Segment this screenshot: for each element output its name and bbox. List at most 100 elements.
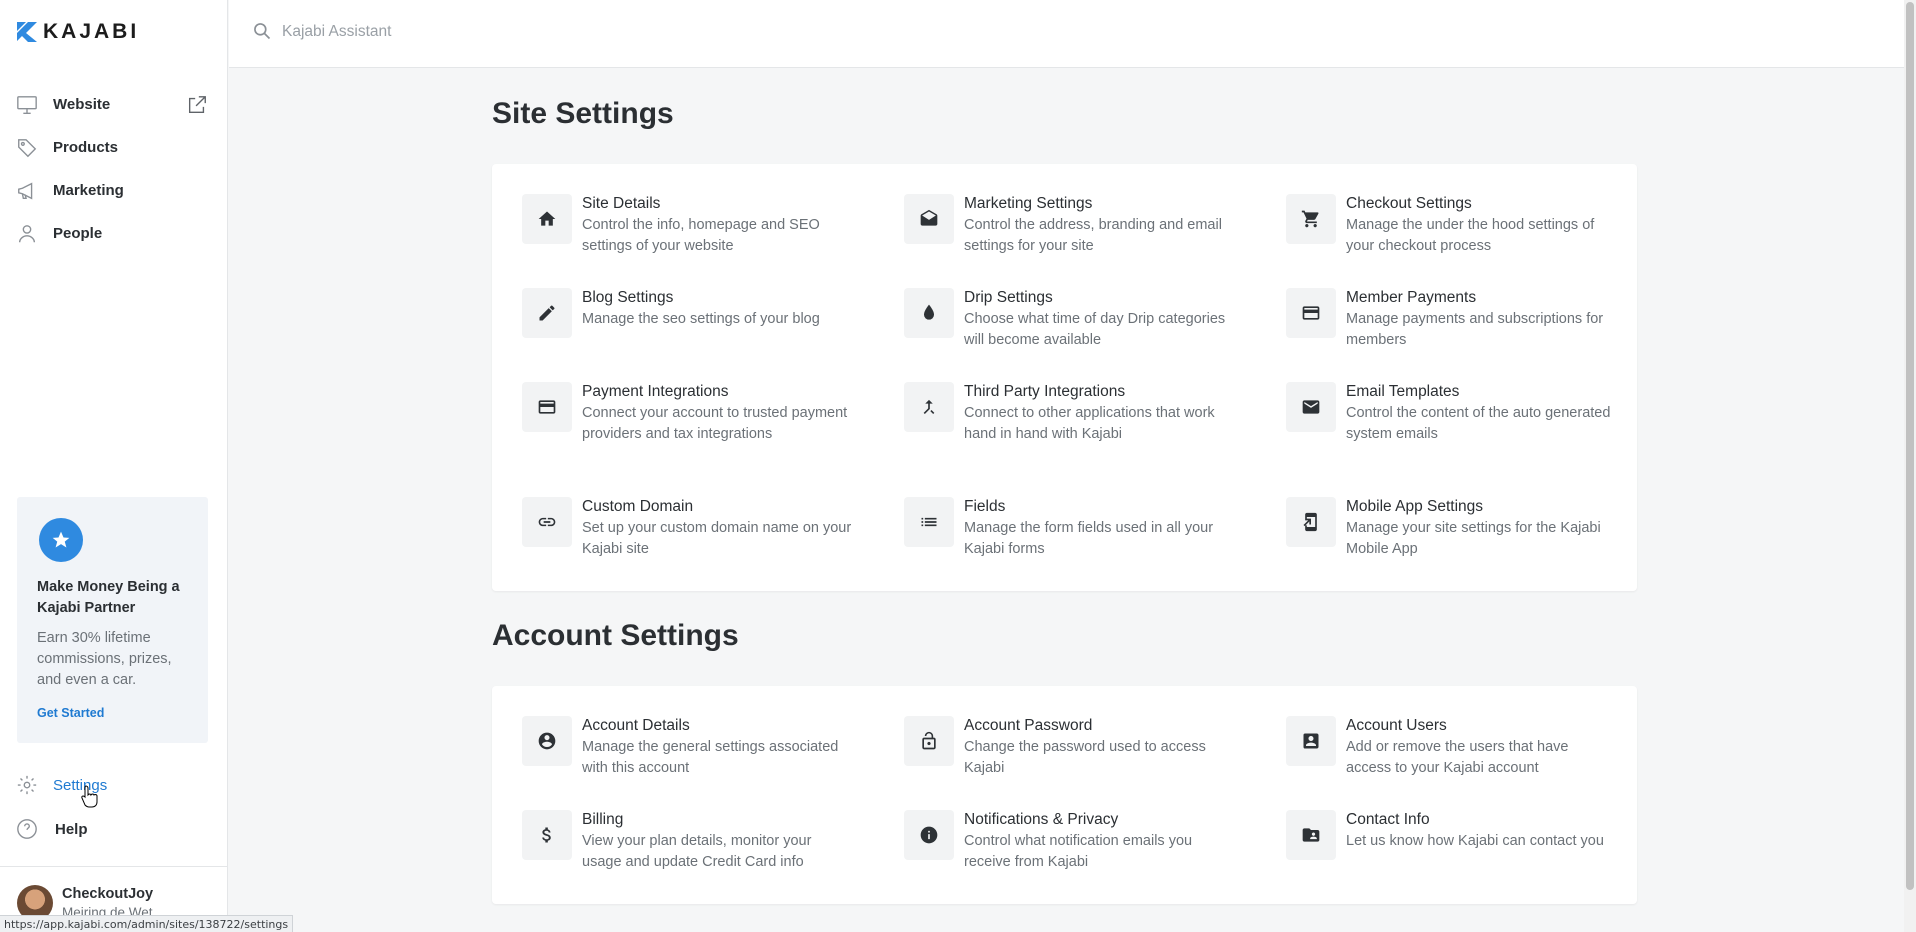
fields-tile[interactable]: Fields Manage the form fields used in all… [904,497,1234,560]
tile-description: Connect to other applications that work … [964,405,1215,442]
tile-description: Choose what time of day Drip categories … [964,311,1226,348]
tile-title: Notifications & Privacy [964,811,1119,828]
list-icon [904,497,954,547]
tile-title: Custom Domain [582,498,694,515]
tile-title: Site Details [582,195,661,212]
merge-arrows-icon [904,382,954,432]
promo-description: Earn 30% lifetime commissions, prizes, a… [37,630,172,688]
tile-title: Account Users [1346,717,1447,734]
credit-card-icon [1286,288,1336,338]
credit-card-icon [522,382,572,432]
account-details-tile[interactable]: Account Details Manage the general settin… [522,716,852,779]
tile-description: Let us know how Kajabi can contact you [1346,833,1604,849]
sidebar-item-website[interactable]: Website [0,83,228,126]
marketing-settings-tile[interactable]: Marketing Settings Control the address, b… [904,194,1234,257]
account-users-tile[interactable]: Account Users Add or remove the users tha… [1286,716,1616,779]
search-icon [254,23,271,40]
sidebar-item-marketing[interactable]: Marketing [0,169,228,212]
email-templates-tile[interactable]: Email Templates Control the content of th… [1286,382,1616,445]
partner-promo-card: Make Money Being a Kajabi Partner Earn 3… [17,497,208,743]
tile-title: Checkout Settings [1346,195,1472,212]
scrollbar[interactable] [1904,0,1916,932]
tile-description: Manage the seo settings of your blog [582,311,820,327]
open-envelope-icon [904,194,954,244]
cart-icon [1286,194,1336,244]
sidebar-item-label: People [53,225,103,242]
sidebar: KAJABI Website Products Marketing People… [0,0,228,932]
sidebar-item-label: Help [55,820,88,838]
tile-description: Control what notification emails you rec… [964,833,1193,870]
get-started-link[interactable]: Get Started [37,706,104,720]
tile-title: Marketing Settings [964,195,1093,212]
drip-settings-tile[interactable]: Drip Settings Choose what time of day Dri… [904,288,1234,351]
tile-title: Contact Info [1346,811,1430,828]
dollar-icon [522,810,572,860]
tile-description: Control the content of the auto generate… [1346,405,1611,442]
tile-title: Drip Settings [964,289,1053,306]
tile-description: View your plan details, monitor your usa… [582,833,812,870]
sidebar-item-label: Products [53,139,119,156]
custom-domain-tile[interactable]: Custom Domain Set up your custom domain n… [522,497,852,560]
tile-description: Manage the under the hood settings of yo… [1346,217,1595,254]
tile-description: Connect your account to trusted payment … [582,405,848,442]
notifications-privacy-tile[interactable]: Notifications & Privacy Control what noti… [904,810,1234,873]
status-bar-url: https://app.kajabi.com/admin/sites/13872… [0,915,294,932]
info-icon [904,810,954,860]
tile-description: Control the address, branding and email … [964,217,1222,254]
sidebar-item-label: Website [53,96,111,113]
kajabi-logo-icon [17,22,37,42]
site-settings-card: Site Details Control the info, homepage a… [492,164,1637,591]
tile-description: Add or remove the users that have access… [1346,739,1569,776]
third-party-integrations-tile[interactable]: Third Party Integrations Connect to other… [904,382,1234,445]
star-icon [39,518,83,562]
tile-description: Manage the general settings associated w… [582,739,839,776]
sidebar-item-help[interactable]: Help [16,818,88,840]
site-details-tile[interactable]: Site Details Control the info, homepage a… [522,194,852,257]
contact-box-icon [1286,716,1336,766]
tile-description: Change the password used to access Kajab… [964,739,1206,776]
tile-title: Account Details [582,717,690,734]
tile-title: Member Payments [1346,289,1477,306]
search-input[interactable] [282,20,682,44]
sidebar-item-products[interactable]: Products [0,126,228,169]
mobile-icon [1286,497,1336,547]
drop-icon [904,288,954,338]
tile-title: Billing [582,811,624,828]
envelope-icon [1286,382,1336,432]
gear-icon [17,775,37,795]
mobile-app-settings-tile[interactable]: Mobile App Settings Manage your site sett… [1286,497,1616,560]
hand-cursor-icon [81,785,98,808]
sidebar-nav: Website Products Marketing People [0,83,228,255]
sidebar-item-people[interactable]: People [0,212,228,255]
monitor-icon [17,95,37,114]
tile-description: Manage your site settings for the Kajabi… [1346,520,1601,557]
kajabi-logo[interactable]: KAJABI [17,20,139,44]
tile-description: Manage the form fields used in all your … [964,520,1214,557]
tile-description: Manage payments and subscriptions for me… [1346,311,1604,348]
member-payments-tile[interactable]: Member Payments Manage payments and subsc… [1286,288,1616,351]
account-password-tile[interactable]: Account Password Change the password used… [904,716,1234,779]
account-settings-card: Account Details Manage the general settin… [492,686,1637,904]
divider [0,866,228,867]
tile-title: Account Password [964,717,1093,734]
megaphone-icon [18,182,33,199]
external-link-icon[interactable] [186,94,208,116]
tag-icon [18,138,37,157]
tile-title: Third Party Integrations [964,383,1126,400]
tile-title: Email Templates [1346,383,1460,400]
contact-info-tile[interactable]: Contact Info Let us know how Kajabi can c… [1286,810,1616,860]
promo-title: Make Money Being a Kajabi Partner [37,579,180,616]
billing-tile[interactable]: Billing View your plan details, monitor y… [522,810,852,873]
home-icon [522,194,572,244]
tile-description: Control the info, homepage and SEO setti… [582,217,820,254]
user-name[interactable]: CheckoutJoy [62,886,153,902]
site-settings-title: Site Settings [492,97,674,130]
checkout-settings-tile[interactable]: Checkout Settings Manage the under the ho… [1286,194,1616,257]
blog-settings-tile[interactable]: Blog Settings Manage the seo settings of … [522,288,852,338]
scrollbar-thumb[interactable] [1906,2,1914,890]
tile-title: Mobile App Settings [1346,498,1484,515]
payment-integrations-tile[interactable]: Payment Integrations Connect your account… [522,382,852,445]
sidebar-item-label: Marketing [53,182,124,199]
account-circle-icon [522,716,572,766]
link-icon [522,497,572,547]
